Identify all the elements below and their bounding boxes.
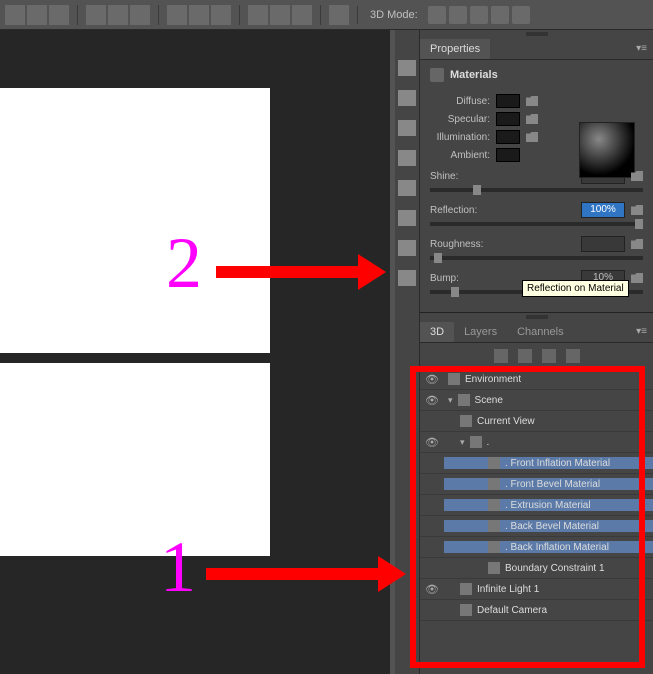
annotation-box xyxy=(410,366,645,668)
distribute-tool-icon[interactable] xyxy=(248,5,268,25)
3d-panel-header: 3D Layers Channels ▾≡ xyxy=(420,321,653,343)
reflection-value[interactable]: 100% xyxy=(581,202,625,218)
shine-slider[interactable] xyxy=(430,188,643,192)
align-tool-icon[interactable] xyxy=(27,5,47,25)
align-tool-icon[interactable] xyxy=(5,5,25,25)
diffuse-label: Diffuse: xyxy=(430,96,490,107)
properties-panel-header: Properties ▾≡ xyxy=(420,38,653,60)
distribute-tool-icon[interactable] xyxy=(270,5,290,25)
zoom-icon[interactable] xyxy=(512,6,530,24)
diffuse-swatch[interactable] xyxy=(496,94,520,108)
panel-menu-icon[interactable]: ▾≡ xyxy=(636,326,653,337)
folder-icon[interactable] xyxy=(631,205,643,215)
pan-icon[interactable] xyxy=(470,6,488,24)
folder-icon[interactable] xyxy=(631,171,643,181)
folder-icon[interactable] xyxy=(526,132,538,142)
align-tool-icon[interactable] xyxy=(86,5,106,25)
panel-menu-icon[interactable]: ▾≡ xyxy=(636,43,653,54)
panel-icon[interactable] xyxy=(398,210,416,226)
panel-icon[interactable] xyxy=(398,60,416,76)
panel-icon[interactable] xyxy=(398,180,416,196)
align-tool-icon[interactable] xyxy=(130,5,150,25)
panel-grip[interactable] xyxy=(420,313,653,321)
document-canvas[interactable] xyxy=(0,88,270,353)
panel-icon[interactable] xyxy=(398,120,416,136)
roll-icon[interactable] xyxy=(449,6,467,24)
roughness-value[interactable] xyxy=(581,236,625,252)
align-tool-icon[interactable] xyxy=(49,5,69,25)
annotation-arrow xyxy=(216,260,386,284)
panel-icon[interactable] xyxy=(398,270,416,286)
roughness-slider[interactable] xyxy=(430,256,643,260)
annotation-number: 2 xyxy=(166,222,202,305)
specular-label: Specular: xyxy=(430,114,490,125)
filter-light-icon[interactable] xyxy=(566,349,580,363)
materials-section-header: Materials xyxy=(430,68,643,90)
folder-icon[interactable] xyxy=(631,239,643,249)
mode-label: 3D Mode: xyxy=(370,9,418,21)
tab-properties[interactable]: Properties xyxy=(420,39,490,59)
distribute-tool-icon[interactable] xyxy=(292,5,312,25)
panel-icon[interactable] xyxy=(398,90,416,106)
options-toolbar: 3D Mode: xyxy=(0,0,653,30)
illumination-label: Illumination: xyxy=(430,132,490,143)
annotation-arrow xyxy=(206,562,406,586)
separator xyxy=(357,6,358,24)
orbit-icon[interactable] xyxy=(428,6,446,24)
filter-mesh-icon[interactable] xyxy=(518,349,532,363)
ambient-label: Ambient: xyxy=(430,150,490,161)
reflection-label: Reflection: xyxy=(430,205,490,216)
tab-channels[interactable]: Channels xyxy=(507,322,573,342)
specular-swatch[interactable] xyxy=(496,112,520,126)
folder-icon[interactable] xyxy=(526,114,538,124)
slide-icon[interactable] xyxy=(491,6,509,24)
roughness-label: Roughness: xyxy=(430,239,490,250)
distribute-tool-icon[interactable] xyxy=(167,5,187,25)
folder-icon[interactable] xyxy=(526,96,538,106)
filter-scene-icon[interactable] xyxy=(494,349,508,363)
distribute-tool-icon[interactable] xyxy=(211,5,231,25)
tab-3d[interactable]: 3D xyxy=(420,322,454,342)
tooltip: Reflection on Material xyxy=(522,280,629,297)
distribute-tool-icon[interactable] xyxy=(189,5,209,25)
document-canvas[interactable] xyxy=(0,363,270,556)
illumination-swatch[interactable] xyxy=(496,130,520,144)
panel-grip[interactable] xyxy=(420,30,653,38)
properties-panel: Materials Diffuse: Specular: Illuminatio… xyxy=(420,60,653,313)
align-tool-icon[interactable] xyxy=(108,5,128,25)
ambient-swatch[interactable] xyxy=(496,148,520,162)
shine-label: Shine: xyxy=(430,171,490,182)
annotation-number: 1 xyxy=(160,526,196,609)
tab-layers[interactable]: Layers xyxy=(454,322,507,342)
folder-icon[interactable] xyxy=(631,273,643,283)
panel-icon[interactable] xyxy=(398,150,416,166)
reflection-slider[interactable] xyxy=(430,222,643,226)
distribute-tool-icon[interactable] xyxy=(329,5,349,25)
material-preview-sphere[interactable] xyxy=(579,122,635,178)
panel-icon[interactable] xyxy=(398,240,416,256)
filter-material-icon[interactable] xyxy=(542,349,556,363)
bump-label: Bump: xyxy=(430,273,490,284)
materials-label: Materials xyxy=(450,69,498,81)
materials-icon xyxy=(430,68,444,82)
